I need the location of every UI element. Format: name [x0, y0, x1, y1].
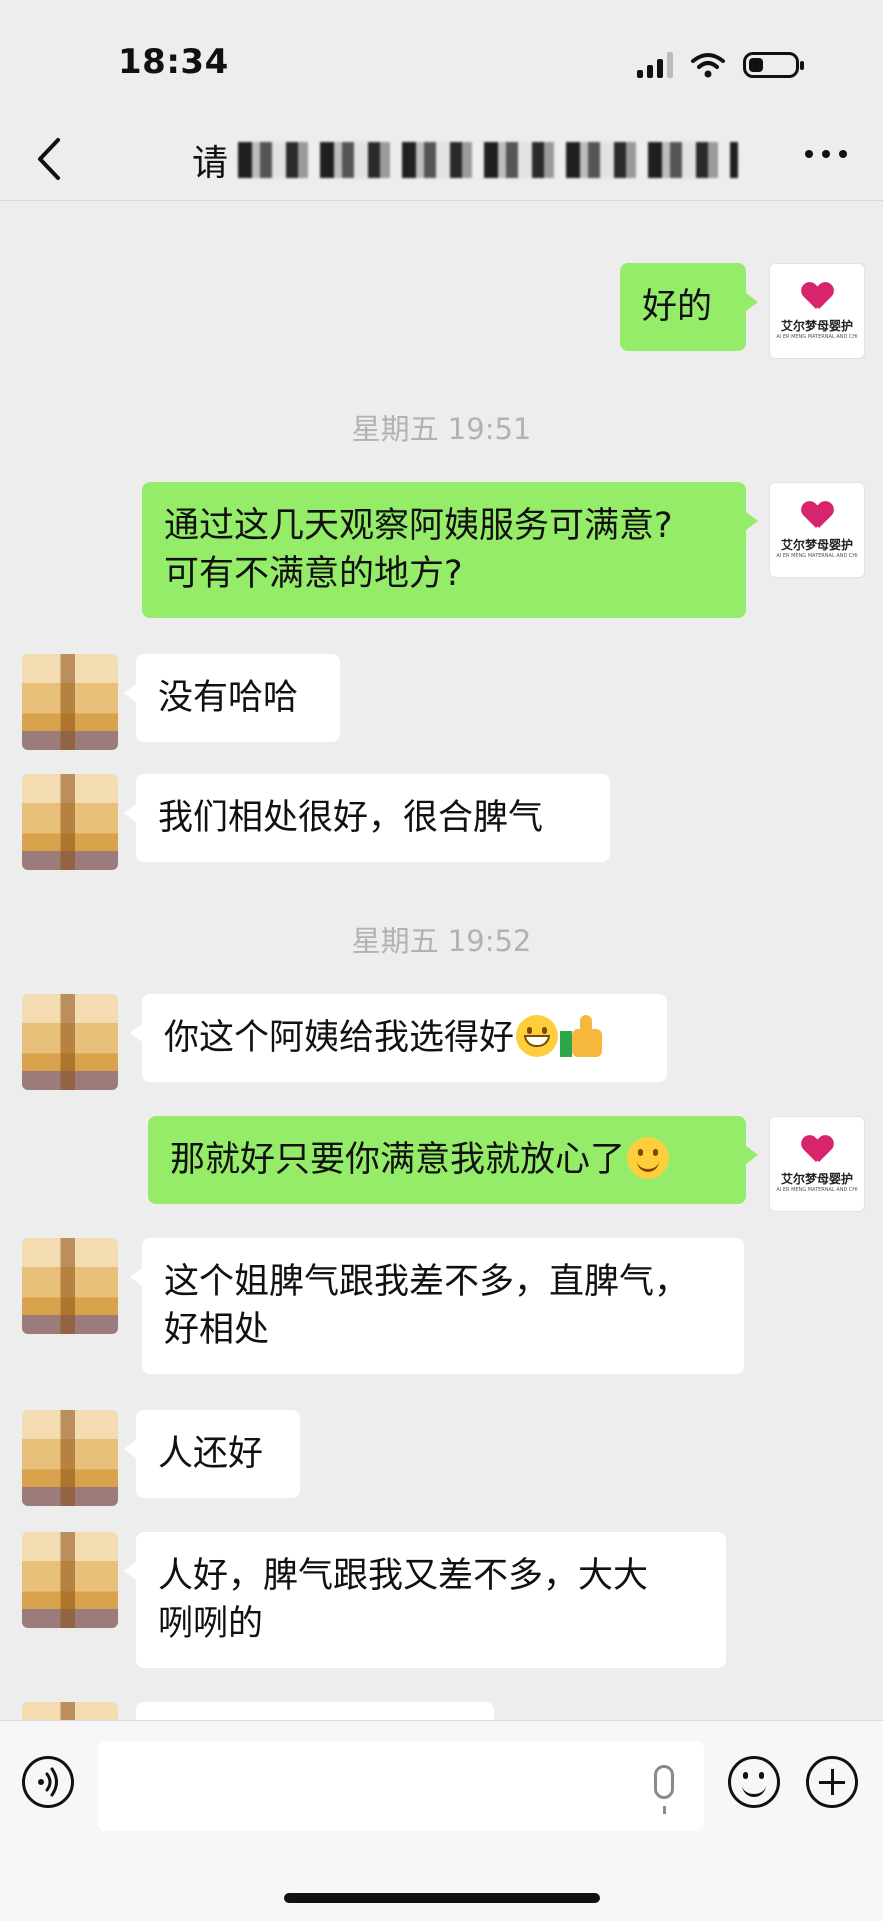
redacted-title-mosaic [238, 142, 739, 178]
timestamp: 星期五 19:52 [351, 924, 532, 958]
contact-avatar[interactable] [22, 1410, 118, 1506]
ellipsis-icon [805, 150, 813, 158]
message-text-line: 好相处 [164, 1310, 270, 1350]
wifi-icon [691, 53, 725, 78]
message-text-field[interactable] [98, 1741, 704, 1831]
back-button[interactable] [28, 134, 78, 184]
my-avatar-logo[interactable]: 艾尔梦母婴护 AI ER MENG MATERNAL AND CHI [769, 263, 865, 359]
voice-input-button[interactable] [22, 1756, 74, 1808]
message-bubble-partial[interactable] [136, 1702, 494, 1720]
message-bubble-outgoing[interactable]: 通过这几天观察阿姨服务可满意? 可有不满意的地方? [142, 482, 758, 618]
home-indicator[interactable] [284, 1893, 600, 1903]
contact-avatar[interactable] [22, 1238, 118, 1334]
message-text-line: 这个姐脾气跟我差不多，直脾气， [164, 1262, 690, 1302]
contact-avatar[interactable] [22, 654, 118, 750]
chat-title-text: 请 [192, 143, 229, 184]
message-text-line: 咧咧的 [158, 1604, 264, 1644]
status-icons [637, 48, 804, 82]
contact-avatar[interactable] [22, 774, 118, 870]
brand-heart-icon [802, 502, 832, 532]
thumbs-up-icon [560, 1015, 604, 1057]
brand-heart-icon [802, 283, 832, 313]
contact-avatar[interactable] [22, 994, 118, 1090]
message-bubble-incoming[interactable]: 我们相处很好，很合脾气 [124, 774, 610, 862]
more-options-button[interactable] [805, 150, 847, 158]
message-bubble-outgoing[interactable]: 好的 [620, 263, 758, 351]
grinning-face-icon [516, 1015, 559, 1057]
message-text: 你这个阿姨给我选得好 [164, 1018, 515, 1058]
message-text-line: 可有不满意的地方? [164, 554, 463, 594]
more-actions-plus-button[interactable] [806, 1756, 858, 1808]
brand-heart-icon [802, 1136, 832, 1166]
status-time: 18:34 [118, 42, 229, 82]
my-avatar-logo[interactable]: 艾尔梦母婴护 AI ER MENG MATERNAL AND CHI [769, 1116, 865, 1212]
brand-logo-subtext: AI ER MENG MATERNAL AND CHI [776, 333, 858, 340]
my-avatar-logo[interactable]: 艾尔梦母婴护 AI ER MENG MATERNAL AND CHI [769, 482, 865, 578]
emoji-button[interactable] [728, 1756, 780, 1808]
timestamp: 星期五 19:51 [351, 412, 532, 446]
message-bubble-incoming[interactable]: 你这个阿姨给我选得好 [130, 994, 667, 1082]
message-bubble-incoming[interactable]: 这个姐脾气跟我差不多，直脾气， 好相处 [130, 1238, 744, 1374]
brand-logo-text: 艾尔梦母婴护 [780, 1171, 853, 1186]
message-text-line: 通过这几天观察阿姨服务可满意? [164, 506, 673, 546]
message-bubble-incoming[interactable]: 人好，脾气跟我又差不多，大大 咧咧的 [124, 1532, 726, 1668]
voice-icon [38, 1767, 58, 1797]
brand-logo-text: 艾尔梦母婴护 [780, 318, 853, 333]
message-text-line: 人好，脾气跟我又差不多，大大 [158, 1556, 649, 1596]
message-text: 那就好只要你满意我就放心了 [170, 1140, 626, 1180]
status-bar: 18:34 [0, 0, 883, 120]
contact-avatar[interactable] [22, 1702, 118, 1720]
brand-logo-text: 艾尔梦母婴护 [780, 537, 853, 552]
message-bubble-outgoing[interactable]: 那就好只要你满意我就放心了 [148, 1116, 758, 1204]
chat-message-list[interactable]: 好的 艾尔梦母婴护 AI ER MENG MATERNAL AND CHI 星期… [0, 120, 883, 1720]
contact-avatar[interactable] [22, 1532, 118, 1628]
message-input-bar [0, 1720, 883, 1921]
chat-title: 请 [192, 134, 739, 186]
message-bubble-incoming[interactable]: 没有哈哈 [124, 654, 340, 742]
brand-logo-subtext: AI ER MENG MATERNAL AND CHI [776, 552, 858, 559]
smiling-face-icon [627, 1137, 670, 1179]
microphone-icon[interactable] [654, 1765, 674, 1814]
chat-header: 请 [0, 120, 883, 201]
message-bubble-incoming[interactable]: 人还好 [124, 1410, 300, 1498]
battery-icon [743, 52, 804, 78]
cellular-signal-icon [637, 52, 673, 78]
brand-logo-subtext: AI ER MENG MATERNAL AND CHI [776, 1186, 858, 1193]
